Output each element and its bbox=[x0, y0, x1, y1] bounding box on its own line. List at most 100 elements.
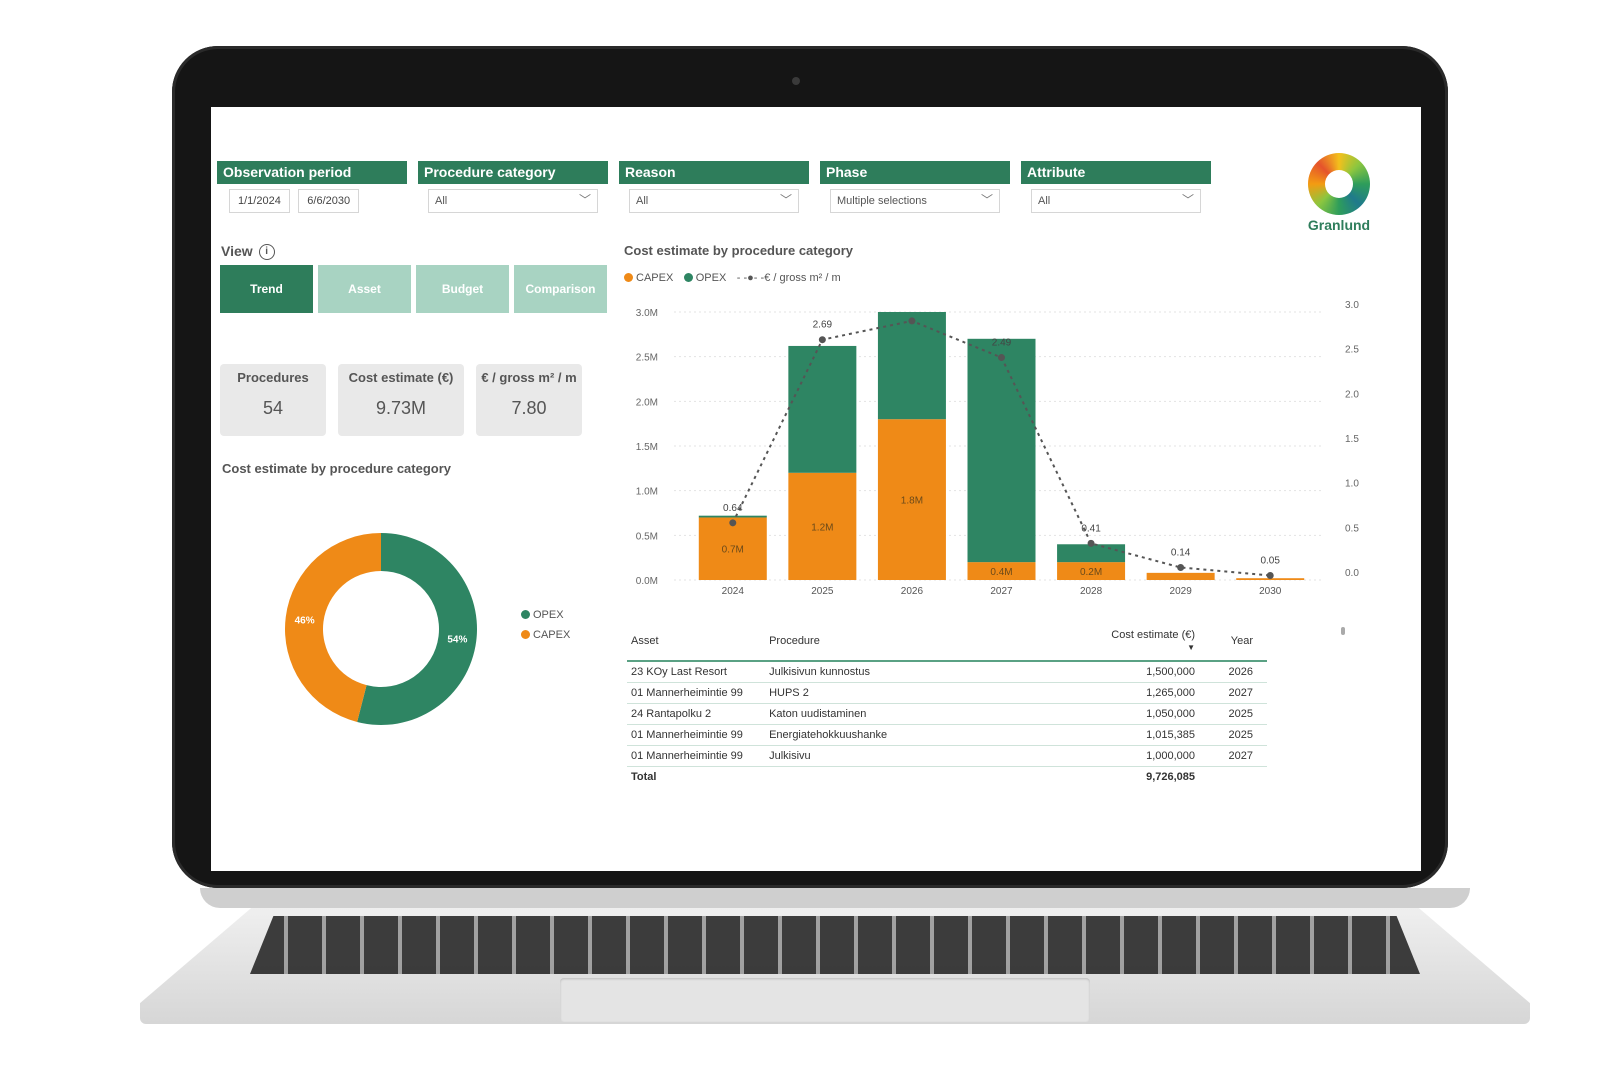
kpi-cost-per-m2: € / gross m² / m 7.80 bbox=[476, 364, 582, 436]
line-point bbox=[908, 317, 916, 325]
line-data-label: 0.14 bbox=[1171, 547, 1191, 558]
slicer-title: Observation period bbox=[217, 161, 407, 184]
cell-procedure: Energiatehokkuushanke bbox=[765, 724, 1092, 746]
cell-year: 2027 bbox=[1199, 745, 1267, 767]
line-point bbox=[1087, 539, 1095, 547]
y-tick-label-right: 0.0 bbox=[1345, 568, 1359, 579]
view-comparison-button[interactable]: Comparison bbox=[514, 265, 607, 313]
y-tick-label-right: 1.5 bbox=[1345, 434, 1359, 445]
cell-asset: 23 KOy Last Resort bbox=[627, 661, 766, 683]
cell-cost: 1,500,000 bbox=[1091, 661, 1200, 683]
y-tick-label-right: 2.5 bbox=[1345, 345, 1359, 356]
info-icon[interactable]: i bbox=[258, 244, 275, 261]
slicer-title: Attribute bbox=[1021, 161, 1211, 184]
line-data-label: 2.69 bbox=[813, 320, 833, 331]
bar-data-label: 1.8M bbox=[901, 496, 923, 507]
bar-data-label: 1.2M bbox=[811, 522, 833, 533]
phase-dropdown[interactable]: Multiple selections ﹀ bbox=[830, 189, 1000, 213]
kpi-title: € / gross m² / m bbox=[481, 370, 577, 385]
granlund-logo: Granlund bbox=[1303, 153, 1375, 233]
column-header-label: Cost estimate (€) bbox=[1111, 629, 1196, 641]
scrollbar-thumb[interactable] bbox=[1341, 627, 1345, 635]
laptop-hinge bbox=[200, 888, 1470, 908]
camera-icon bbox=[792, 77, 800, 85]
chevron-down-icon: ﹀ bbox=[1181, 193, 1194, 207]
chevron-down-icon: ﹀ bbox=[578, 193, 591, 207]
cell-cost: 1,000,000 bbox=[1091, 745, 1200, 767]
procedure-category-dropdown[interactable]: All ﹀ bbox=[428, 189, 598, 213]
table-row[interactable]: 01 Mannerheimintie 99 Julkisivu 1,000,000 2… bbox=[627, 745, 1267, 767]
column-header-year[interactable]: Year bbox=[1199, 624, 1267, 662]
opex-dot-icon bbox=[683, 273, 693, 282]
attribute-dropdown[interactable]: All ﹀ bbox=[1031, 189, 1201, 213]
keyboard bbox=[250, 916, 1420, 974]
kpi-title: Cost estimate (€) bbox=[348, 370, 454, 385]
attribute-slicer: Attribute All ﹀ bbox=[1021, 161, 1211, 213]
column-header-asset[interactable]: Asset bbox=[627, 624, 766, 662]
cell-cost: 1,050,000 bbox=[1091, 703, 1200, 725]
slicer-title: Reason bbox=[619, 161, 809, 184]
column-header-procedure[interactable]: Procedure bbox=[765, 624, 1092, 662]
reason-dropdown[interactable]: All ﹀ bbox=[629, 189, 799, 213]
kpi-value: 54 bbox=[262, 398, 284, 418]
view-trend-button[interactable]: Trend bbox=[220, 265, 313, 313]
cell-cost: 1,015,385 bbox=[1091, 724, 1200, 746]
cell-procedure: HUPS 2 bbox=[765, 682, 1092, 704]
donut-slice-label: 46% bbox=[295, 615, 315, 626]
x-tick-label: 2028 bbox=[1080, 586, 1103, 597]
legend-label: CAPEX bbox=[636, 272, 674, 284]
legend-item-opex[interactable]: OPEX bbox=[521, 609, 570, 621]
total-value: 9,726,085 bbox=[1146, 771, 1196, 783]
bar-data-label: 0.7M bbox=[722, 545, 744, 556]
bar-opex bbox=[967, 338, 1036, 563]
kpi-procedures: Procedures 54 bbox=[220, 364, 326, 436]
total-empty bbox=[765, 767, 1092, 788]
bar-data-label: 0.4M bbox=[990, 567, 1012, 578]
bar-opex bbox=[877, 312, 946, 420]
cell-procedure: Julkisivu bbox=[765, 745, 1092, 767]
end-date-input[interactable]: 6/6/2030 bbox=[298, 189, 360, 213]
slicer-title: Phase bbox=[820, 161, 1010, 184]
line-data-label: 0.05 bbox=[1260, 556, 1280, 567]
legend-item-opex[interactable]: OPEX bbox=[683, 272, 726, 284]
table-row[interactable]: 01 Mannerheimintie 99 HUPS 2 1,265,000 2027 bbox=[627, 682, 1267, 704]
bar-opex bbox=[788, 345, 857, 473]
total-empty bbox=[1199, 767, 1267, 788]
legend-item-capex[interactable]: CAPEX bbox=[521, 629, 570, 641]
legend-item-capex[interactable]: CAPEX bbox=[624, 272, 673, 284]
donut-slice-label: 54% bbox=[447, 635, 467, 646]
observation-period-slicer: Observation period 1/1/2024 6/6/2030 bbox=[217, 161, 407, 213]
total-label: Total bbox=[631, 771, 657, 783]
legend-item-line[interactable]: - -●- -€ / gross m² / m bbox=[737, 272, 841, 284]
y-tick-label-left: 2.5M bbox=[636, 353, 658, 364]
x-tick-label: 2026 bbox=[901, 586, 924, 597]
start-date-input[interactable]: 1/1/2024 bbox=[229, 189, 290, 213]
table-row[interactable]: 01 Mannerheimintie 99 Energiatehokkuushan… bbox=[627, 724, 1267, 746]
table-row[interactable]: 24 Rantapolku 2 Katon uudistaminen 1,050,0… bbox=[627, 703, 1267, 725]
logo-text: Granlund bbox=[1307, 217, 1371, 233]
view-asset-button[interactable]: Asset bbox=[318, 265, 411, 313]
bar-capex bbox=[1146, 572, 1215, 580]
x-tick-label: 2024 bbox=[722, 586, 745, 597]
trackpad bbox=[560, 978, 1090, 1022]
dashboard-screen: Observation period 1/1/2024 6/6/2030 Pro… bbox=[211, 107, 1421, 871]
column-header-cost[interactable]: Cost estimate (€) ▼ bbox=[1091, 624, 1200, 662]
kpi-cost-estimate: Cost estimate (€) 9.73M bbox=[338, 364, 464, 436]
opex-dot-icon bbox=[521, 610, 530, 619]
table-header-row: Asset Procedure Cost estimate (€) ▼ Year bbox=[627, 624, 1267, 662]
cell-asset: 01 Mannerheimintie 99 bbox=[627, 682, 766, 704]
donut-title: Cost estimate by procedure category bbox=[222, 461, 452, 476]
line-point bbox=[818, 336, 826, 344]
laptop-base bbox=[140, 888, 1530, 1038]
line-data-label: 2.49 bbox=[992, 338, 1012, 349]
bar-chart-title: Cost estimate by procedure category bbox=[624, 243, 854, 258]
cell-year: 2025 bbox=[1199, 703, 1267, 725]
line-point bbox=[998, 354, 1005, 362]
y-tick-label-left: 1.5M bbox=[636, 442, 658, 453]
table-row[interactable]: 23 KOy Last Resort Julkisivun kunnostus 1,… bbox=[627, 661, 1267, 683]
cell-asset: 24 Rantapolku 2 bbox=[627, 703, 766, 725]
dropdown-value: All bbox=[435, 195, 448, 207]
dropdown-value: Multiple selections bbox=[837, 195, 927, 207]
kpi-value: 9.73M bbox=[375, 398, 427, 418]
view-budget-button[interactable]: Budget bbox=[416, 265, 509, 313]
